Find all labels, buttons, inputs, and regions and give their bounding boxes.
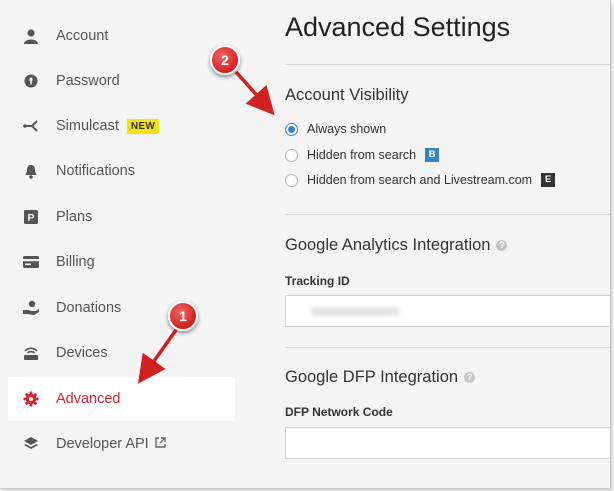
help-icon[interactable]: ? bbox=[496, 240, 508, 251]
sidebar-item-advanced[interactable]: Advanced bbox=[8, 377, 235, 421]
annotation-marker-1: 1 bbox=[168, 301, 198, 331]
sidebar-item-account[interactable]: Account bbox=[8, 14, 235, 58]
radio-button[interactable] bbox=[285, 148, 298, 162]
donation-hand-icon bbox=[22, 299, 40, 317]
analytics-title-text: Google Analytics Integration bbox=[285, 236, 491, 254]
sidebar-item-password[interactable]: Password bbox=[8, 59, 235, 103]
new-badge: NEW bbox=[126, 118, 160, 134]
gear-icon bbox=[22, 390, 40, 408]
dfp-title: Google DFP Integration ? bbox=[285, 368, 476, 387]
tracking-id-label: Tracking ID bbox=[285, 274, 350, 288]
sidebar-item-plans[interactable]: P Plans bbox=[8, 195, 235, 239]
sidebar-item-notifications[interactable]: Notifications bbox=[8, 149, 235, 193]
page-title: Advanced Settings bbox=[285, 12, 511, 42]
card-icon bbox=[22, 253, 40, 271]
divider bbox=[285, 214, 610, 215]
radio-hidden-from-search[interactable]: Hidden from search B bbox=[285, 148, 440, 162]
sidebar-item-billing[interactable]: Billing bbox=[8, 240, 235, 284]
analytics-title: Google Analytics Integration ? bbox=[285, 236, 508, 255]
sidebar-item-donations[interactable]: Donations bbox=[8, 286, 235, 330]
settings-window: Account Password Simulcast NEW Notificat… bbox=[0, 0, 611, 489]
radio-hidden-from-search-and-livestream[interactable]: Hidden from search and Livestream.com E bbox=[285, 173, 556, 187]
radio-label: Always shown bbox=[307, 122, 387, 136]
dfp-title-text: Google DFP Integration bbox=[285, 368, 459, 386]
dfp-network-code-label: DFP Network Code bbox=[285, 405, 393, 419]
sidebar-item-label: Devices bbox=[56, 345, 108, 361]
redacted-value bbox=[310, 307, 400, 316]
plan-tag-b: B bbox=[425, 148, 440, 162]
layers-icon bbox=[22, 435, 40, 453]
external-link-icon bbox=[155, 436, 166, 452]
sidebar-item-label: Notifications bbox=[56, 163, 135, 179]
svg-text:P: P bbox=[27, 212, 34, 224]
device-icon bbox=[22, 344, 40, 362]
sidebar-item-label: Plans bbox=[56, 209, 93, 225]
help-icon[interactable]: ? bbox=[464, 372, 476, 383]
settings-sidebar: Account Password Simulcast NEW Notificat… bbox=[0, 0, 245, 488]
radio-always-shown[interactable]: Always shown bbox=[285, 122, 386, 136]
dfp-network-code-field[interactable] bbox=[285, 427, 610, 459]
person-icon bbox=[22, 27, 40, 45]
divider bbox=[285, 64, 610, 65]
lock-icon bbox=[22, 72, 40, 90]
radio-button[interactable] bbox=[285, 173, 298, 187]
sidebar-item-label: Developer API bbox=[56, 436, 149, 452]
sidebar-item-label: Simulcast bbox=[56, 118, 119, 134]
sidebar-item-label: Advanced bbox=[56, 391, 121, 407]
plans-icon: P bbox=[22, 208, 40, 226]
bell-icon bbox=[22, 162, 40, 180]
radio-label: Hidden from search and Livestream.com bbox=[307, 173, 533, 187]
sidebar-item-simulcast[interactable]: Simulcast NEW bbox=[8, 104, 235, 148]
sidebar-item-label: Donations bbox=[56, 300, 122, 316]
simulcast-icon bbox=[22, 117, 40, 135]
sidebar-item-label: Account bbox=[56, 28, 109, 44]
radio-button-checked[interactable] bbox=[285, 122, 298, 136]
sidebar-item-developer-api[interactable]: Developer API bbox=[8, 422, 235, 466]
annotation-marker-2: 2 bbox=[210, 45, 240, 75]
sidebar-item-devices[interactable]: Devices bbox=[8, 331, 235, 375]
account-visibility-title: Account Visibility bbox=[285, 86, 409, 104]
radio-label: Hidden from search bbox=[307, 148, 417, 162]
sidebar-item-label: Billing bbox=[56, 254, 95, 270]
settings-main: Advanced Settings Account Visibility Alw… bbox=[265, 0, 610, 488]
divider bbox=[285, 347, 610, 348]
plan-tag-e: E bbox=[541, 173, 556, 187]
sidebar-item-label: Password bbox=[56, 73, 120, 89]
tracking-id-field[interactable] bbox=[285, 295, 610, 327]
